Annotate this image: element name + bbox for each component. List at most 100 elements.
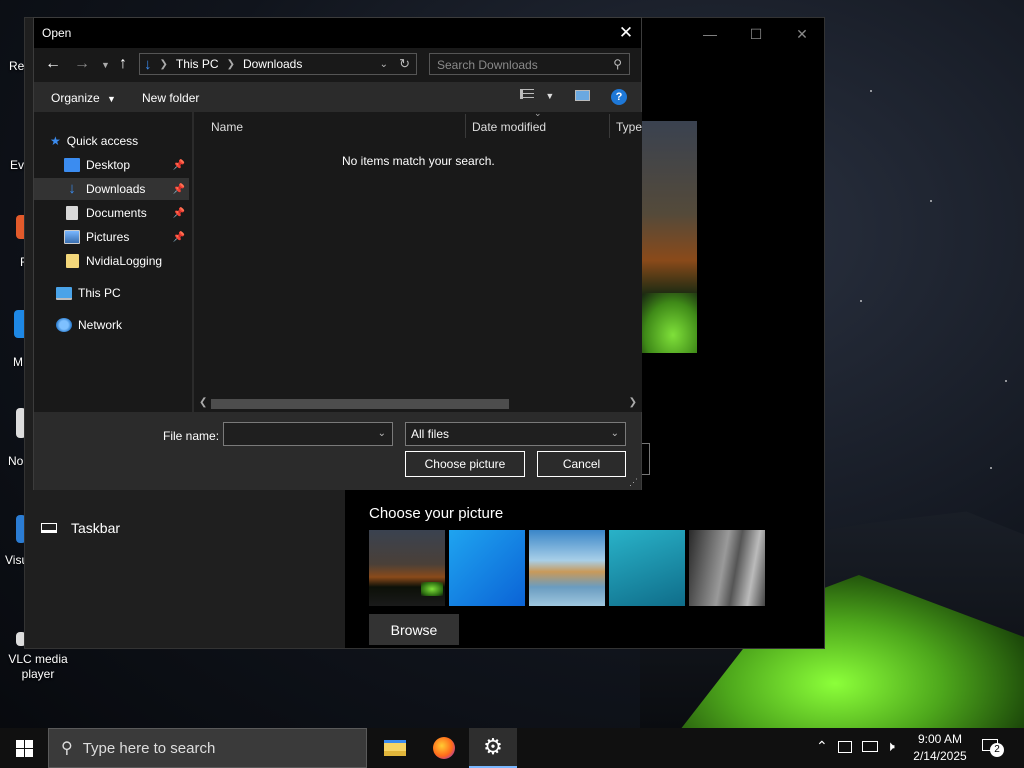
breadcrumb-downloads[interactable]: Downloads — [243, 57, 302, 71]
sort-chevron-icon: ⌄ — [534, 108, 542, 118]
background-preview — [637, 121, 697, 353]
downloads-icon: ↓ — [68, 180, 76, 197]
thumbnail-beach[interactable] — [529, 530, 605, 606]
new-folder-button[interactable]: New folder — [142, 91, 199, 105]
nav-downloads[interactable]: ↓ Downloads 📌 — [34, 178, 189, 200]
thumbnail-tent-night[interactable] — [369, 530, 445, 606]
choose-picture-title: Choose your picture — [369, 505, 504, 522]
column-header-type[interactable]: Type — [616, 120, 642, 134]
search-icon: ⚲ — [61, 740, 73, 757]
network-disconnected-icon[interactable] — [862, 741, 878, 752]
close-button[interactable]: ✕ — [779, 18, 825, 50]
file-name-combobox[interactable]: ⌄ — [223, 422, 393, 446]
dialog-close-button[interactable]: ✕ — [611, 18, 641, 48]
search-input[interactable] — [430, 54, 609, 76]
horizontal-scrollbar[interactable]: ❮ ❯ — [194, 396, 642, 412]
hidden-control-edge — [642, 443, 650, 475]
forward-arrow-icon[interactable]: → — [74, 55, 90, 73]
thumbnail-rock-cliff[interactable] — [689, 530, 765, 606]
scrollbar-thumb[interactable] — [211, 399, 509, 409]
file-type-chevron-icon: ⌄ — [610, 428, 619, 439]
minimize-button[interactable]: — — [687, 18, 733, 50]
nav-nvidialogging[interactable]: NvidiaLogging — [34, 250, 189, 272]
thumbnail-windows-blue[interactable] — [449, 530, 525, 606]
file-list: Name ⌄ Date modified Type No items match… — [194, 108, 642, 412]
open-dialog: Open ✕ ← → ▼ ↑ ↓ ❯ This PC ❯ Downloads ⌄… — [33, 17, 642, 490]
dialog-title: Open — [42, 26, 72, 40]
browse-button[interactable]: Browse — [369, 614, 459, 645]
nav-item-taskbar[interactable]: Taskbar — [41, 520, 120, 536]
taskbar: ⚲ Type here to search ⚙ ⌃ 🕨 9:00 AM 2/14… — [0, 728, 1024, 768]
taskbar-firefox[interactable] — [420, 728, 468, 768]
navigation-bar: ← → ▼ ↑ ↓ ❯ This PC ❯ Downloads ⌄ ↻ ⚲ — [34, 48, 641, 82]
nav-quick-access[interactable]: ★ Quick access — [50, 130, 189, 152]
taskbar-icon — [41, 523, 57, 533]
scroll-right-icon[interactable]: ❯ — [629, 397, 637, 408]
organize-chevron-icon: ▼ — [107, 94, 116, 104]
address-dropdown-chevron-icon[interactable]: ⌄ — [380, 59, 388, 70]
pin-icon: 📌 — [172, 183, 185, 195]
recent-locations-chevron-icon[interactable]: ▼ — [101, 60, 110, 70]
scroll-left-icon[interactable]: ❮ — [199, 397, 207, 408]
file-type-select[interactable]: All files ⌄ — [405, 422, 626, 446]
nav-desktop[interactable]: Desktop 📌 — [34, 154, 189, 176]
nav-documents[interactable]: Documents 📌 — [34, 202, 189, 224]
dialog-titlebar: Open ✕ — [34, 18, 641, 48]
column-header-name[interactable]: Name — [211, 120, 243, 134]
navigation-pane: ★ Quick access Desktop 📌 ↓ Downloads 📌 D… — [34, 112, 192, 412]
cancel-button[interactable]: Cancel — [537, 451, 626, 477]
dialog-footer: File name: ⌄ All files ⌄ Choose picture … — [34, 412, 641, 490]
volume-muted-icon[interactable]: 🕨 — [886, 738, 895, 755]
desktop-folder-icon — [64, 158, 80, 172]
start-button[interactable] — [0, 728, 48, 768]
clock-date: 2/14/2025 — [913, 749, 967, 763]
star-icon: ★ — [50, 134, 61, 148]
system-clock[interactable]: 9:00 AM 2/14/2025 — [908, 731, 972, 765]
show-hidden-icons-chevron[interactable]: ⌃ — [816, 738, 828, 755]
address-bar[interactable]: ↓ ❯ This PC ❯ Downloads ⌄ ↻ — [139, 53, 417, 75]
downloads-arrow-icon: ↓ — [144, 55, 152, 73]
picture-thumbnails — [369, 530, 765, 606]
refresh-icon[interactable]: ↻ — [399, 56, 410, 72]
pin-icon: 📌 — [172, 159, 185, 171]
up-arrow-icon[interactable]: ↑ — [119, 55, 127, 73]
empty-message: No items match your search. — [342, 154, 495, 168]
security-warning-icon[interactable] — [838, 741, 852, 753]
choose-picture-button[interactable]: Choose picture — [405, 451, 525, 477]
firefox-icon — [433, 737, 455, 759]
file-name-label: File name: — [163, 429, 220, 443]
file-name-chevron-icon[interactable]: ⌄ — [378, 428, 386, 439]
folder-icon — [66, 254, 79, 268]
nav-network[interactable]: Network — [34, 314, 189, 336]
gear-icon: ⚙ — [483, 734, 503, 759]
pin-icon: 📌 — [172, 207, 185, 219]
back-arrow-icon[interactable]: ← — [45, 55, 61, 73]
taskbar-settings[interactable]: ⚙ — [469, 728, 517, 768]
pictures-icon — [64, 230, 80, 244]
taskbar-search-placeholder: Type here to search — [82, 739, 216, 757]
breadcrumb-this-pc[interactable]: This PC — [176, 57, 219, 71]
computer-icon — [56, 286, 72, 300]
action-center-button[interactable]: 2 — [980, 737, 1004, 757]
search-box[interactable]: ⚲ — [429, 53, 630, 76]
taskbar-file-explorer[interactable] — [371, 728, 419, 768]
documents-icon — [66, 206, 78, 220]
search-icon: ⚲ — [613, 57, 622, 71]
help-icon[interactable]: ? — [611, 89, 627, 105]
view-options-icon[interactable]: ▼ — [520, 88, 554, 102]
preview-pane-icon[interactable] — [575, 90, 590, 101]
nav-this-pc[interactable]: This PC — [34, 282, 189, 304]
organize-button[interactable]: Organize ▼ — [51, 91, 116, 105]
resize-grip-icon[interactable]: ⋰ — [629, 477, 638, 488]
maximize-button[interactable]: ☐ — [733, 18, 779, 50]
column-header-date-modified[interactable]: Date modified — [472, 120, 546, 134]
pin-icon: 📌 — [172, 231, 185, 243]
dialog-toolbar: Organize ▼ New folder ▼ ? — [34, 82, 641, 112]
network-icon — [56, 318, 72, 332]
thumbnail-underwater[interactable] — [609, 530, 685, 606]
clock-time: 9:00 AM — [917, 732, 963, 746]
file-explorer-icon — [384, 740, 406, 756]
nav-pictures[interactable]: Pictures 📌 — [34, 226, 189, 248]
notification-count-badge: 2 — [990, 743, 1004, 757]
taskbar-search-box[interactable]: ⚲ Type here to search — [48, 728, 367, 768]
